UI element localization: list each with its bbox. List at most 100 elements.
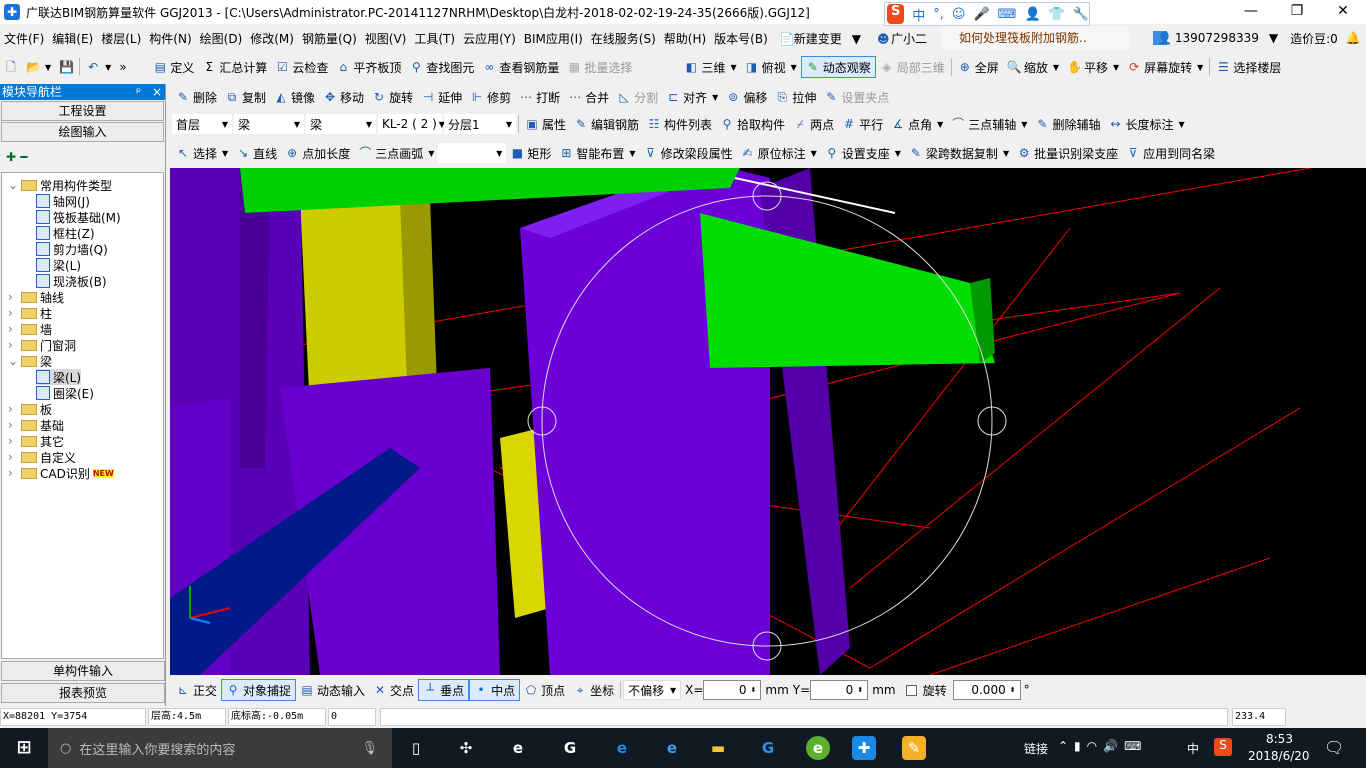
bottom_toolbar.items-button-0[interactable]: ⊾ 正交 xyxy=(172,679,221,701)
single-input-button[interactable]: 单构件输入 xyxy=(1,661,165,681)
keyboard-icon[interactable]: ⌨ xyxy=(998,7,1017,22)
menu-component[interactable]: 构件(N) xyxy=(145,30,195,47)
x-spinner[interactable]: ⬍ xyxy=(751,686,757,694)
chevron-right-icon[interactable]: › xyxy=(8,338,18,352)
ie-old-icon[interactable]: e xyxy=(506,736,530,760)
bottom_toolbar.items-button-2[interactable]: ▤ 动态输入 xyxy=(296,679,369,701)
toolbar2-button-5[interactable]: ⊣ 延伸 xyxy=(417,86,466,108)
toolbar2-button-12[interactable]: ⎘ 拉伸 xyxy=(771,86,820,108)
y-input[interactable]: 0 ⬍ xyxy=(810,680,869,700)
type-select[interactable]: 梁 ▼ xyxy=(234,114,304,134)
rotate-checkbox[interactable] xyxy=(905,684,917,696)
tree-item[interactable]: ⌄ 常用构件类型 xyxy=(8,177,112,193)
report-preview-button[interactable]: 报表预览 xyxy=(1,683,165,703)
toolbar4-button-2[interactable]: ⊕ 点加长度 xyxy=(281,142,354,164)
toolbar4-button-10[interactable]: ✎ 梁跨数据复制 ▼ xyxy=(905,142,1013,164)
menu-floor[interactable]: 楼层(L) xyxy=(97,30,145,47)
x-input[interactable]: 0 ⬍ xyxy=(703,680,762,700)
user-account[interactable]: 👤 13907298339 ▼ xyxy=(1149,31,1286,45)
ime-toolbar[interactable]: S 中 °, ☺ 🎤 ⌨ 👤 👕 🔧 xyxy=(884,2,1090,26)
y-spinner[interactable]: ⬍ xyxy=(857,686,863,694)
task-view-icon[interactable]: ▯ xyxy=(404,736,428,760)
ime-punct[interactable]: °, xyxy=(933,7,944,22)
tray-link[interactable]: 链接 xyxy=(1024,740,1048,757)
taskbar-search[interactable]: ○ 在这里输入你要搜索的内容 🎙 xyxy=(48,728,392,768)
toolbar3-button-5[interactable]: # 平行 xyxy=(838,113,887,135)
toolbar3-button-8[interactable]: ✎ 删除辅轴 xyxy=(1031,113,1104,135)
tree-item[interactable]: 圈梁(E) xyxy=(36,385,94,401)
toolbar4-button-9[interactable]: ⚲ 设置支座 ▼ xyxy=(821,142,905,164)
tree-item[interactable]: 剪力墙(Q) xyxy=(36,241,108,257)
toolbar2-button-10[interactable]: ⊏ 对齐 ▼ xyxy=(662,86,722,108)
menu-cloud[interactable]: 云应用(Y) xyxy=(459,30,520,47)
3d-viewport[interactable] xyxy=(170,168,1366,675)
summary-calc-button[interactable]: Σ 汇总计算 xyxy=(198,56,271,78)
sogou-tray-icon[interactable]: S xyxy=(1214,738,1232,756)
tree-item[interactable]: › 门窗洞 xyxy=(8,337,76,353)
skin-icon[interactable]: 👕 xyxy=(1049,7,1065,22)
settings-icon[interactable]: 🔧 xyxy=(1073,7,1089,22)
menu-edit[interactable]: 编辑(E) xyxy=(48,30,97,47)
toolbar2-button-9[interactable]: ◺ 分割 xyxy=(613,86,662,108)
pan-button[interactable]: ✋ 平移 ▼ xyxy=(1063,56,1123,78)
menu-bim[interactable]: BIM应用(I) xyxy=(520,30,587,47)
chevron-down-icon[interactable]: ▼ xyxy=(895,149,901,158)
tree-item[interactable]: › 柱 xyxy=(8,305,52,321)
local-3d-button[interactable]: ◈ 局部三维 xyxy=(876,56,949,78)
chevron-down-icon[interactable]: ▼ xyxy=(1003,149,1009,158)
chevron-right-icon[interactable]: › xyxy=(8,290,18,304)
subtype-select[interactable]: 梁 ▼ xyxy=(306,114,376,134)
zoom-button[interactable]: 🔍 缩放 ▼ xyxy=(1003,56,1063,78)
tree-item[interactable]: 现浇板(B) xyxy=(36,273,107,289)
batch-select-button[interactable]: ▦ 批量选择 xyxy=(563,56,636,78)
green-app-icon[interactable]: e xyxy=(806,736,830,760)
tree-item[interactable]: › 墙 xyxy=(8,321,52,337)
menu-modify[interactable]: 修改(M) xyxy=(246,30,298,47)
toolbar2-button-1[interactable]: ⧉ 复制 xyxy=(221,86,270,108)
view-rebar-button[interactable]: ∞ 查看钢筋量 xyxy=(478,56,563,78)
3d-button[interactable]: ◧ 三维 ▼ xyxy=(680,56,740,78)
tree-item[interactable]: › 其它 xyxy=(8,433,64,449)
toolbar2-button-13[interactable]: ✎ 设置夹点 xyxy=(820,86,893,108)
tray-icons[interactable]: ⌃▮◠🔊⌨ xyxy=(1058,739,1147,753)
new-file-button[interactable]: 🗋 xyxy=(0,56,22,78)
chevron-down-icon[interactable]: ▼ xyxy=(496,149,502,158)
ggj-app-icon[interactable]: ✚ xyxy=(852,736,876,760)
tree-item[interactable]: › 自定义 xyxy=(8,449,76,465)
glodon-icon[interactable]: G xyxy=(756,736,780,760)
tree-item[interactable]: 轴网(J) xyxy=(36,193,90,209)
menu-help[interactable]: 帮助(H) xyxy=(660,30,710,47)
tree-item[interactable]: 梁(L) xyxy=(36,257,81,273)
windows-start-icon[interactable]: ⊞ xyxy=(12,736,36,760)
menu-version[interactable]: 版本号(B) xyxy=(710,30,772,47)
tree-item[interactable]: 筏板基础(M) xyxy=(36,209,121,225)
chevron-down-icon[interactable]: ▼ xyxy=(222,149,228,158)
toolbar2-button-4[interactable]: ↻ 旋转 xyxy=(368,86,417,108)
chevron-down-icon[interactable]: ▼ xyxy=(811,149,817,158)
toolbar4-button-1[interactable]: ↘ 直线 xyxy=(232,142,281,164)
chevron-right-icon[interactable]: › xyxy=(8,322,18,336)
question-link[interactable]: 如何处理筏板附加钢筋.. xyxy=(941,26,1130,50)
bottom_toolbar.items-button-5[interactable]: • 中点 xyxy=(469,679,521,701)
toolbar3-button-2[interactable]: ☷ 构件列表 xyxy=(643,113,716,135)
mic-icon[interactable]: 🎙 xyxy=(361,741,378,756)
drawing-input-button[interactable]: 绘图输入 xyxy=(1,122,164,142)
tree-item[interactable]: › CAD识别 NEW xyxy=(8,465,114,481)
new-change-button[interactable]: 📄新建变更 ▼ xyxy=(772,30,869,47)
menu-rebar[interactable]: 钢筋量(Q) xyxy=(298,30,361,47)
toolbar2-button-0[interactable]: ✎ 删除 xyxy=(172,86,221,108)
clock-time[interactable]: 8:53 xyxy=(1266,732,1293,746)
chevron-right-icon[interactable]: › xyxy=(8,402,18,416)
floor-select[interactable]: 首层 ▼ xyxy=(172,114,232,134)
mic-icon[interactable]: 🎤 xyxy=(973,7,989,22)
chevron-down-icon[interactable]: ▼ xyxy=(712,93,718,102)
open-file-button[interactable]: 📂 ▼ xyxy=(22,56,55,78)
3d-scene[interactable] xyxy=(170,168,1366,675)
component-select[interactable]: KL-2 ( 2 ) ▼ xyxy=(378,114,445,134)
toolbar3-button-3[interactable]: ⚲ 拾取构件 xyxy=(716,113,789,135)
define-button[interactable]: ▤ 定义 xyxy=(149,56,198,78)
chevron-down-icon[interactable]: ▼ xyxy=(428,149,434,158)
toolbar4-button-11[interactable]: ⚙ 批量识别梁支座 xyxy=(1013,142,1122,164)
notifications-icon[interactable]: 🗨 xyxy=(1324,738,1344,757)
rotate-spinner[interactable]: ⬍ xyxy=(1010,686,1016,694)
